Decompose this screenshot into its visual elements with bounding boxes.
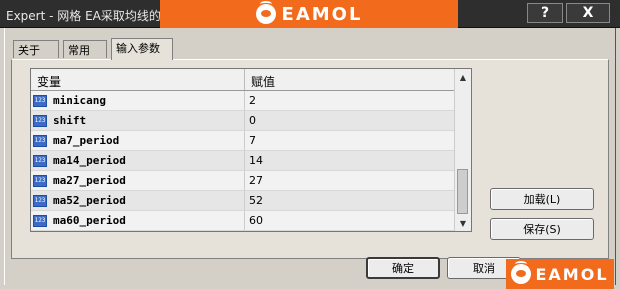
table-row[interactable]: 123 ma52_period 52	[31, 191, 471, 211]
variable-name: ma27_period	[53, 174, 126, 187]
watermark-text-bottom: EAMOL	[535, 264, 609, 284]
value-cell[interactable]: 2	[245, 94, 256, 107]
scroll-down-icon[interactable]: ▼	[455, 215, 471, 231]
save-button[interactable]: 保存(S)	[490, 218, 594, 240]
variable-cell: 123 minicang	[31, 91, 245, 110]
value-cell[interactable]: 0	[245, 114, 256, 127]
watermark-banner-top: EAMOL	[160, 0, 458, 28]
table-row[interactable]: 123 ma60_period 60	[31, 211, 471, 231]
variable-cell: 123 shift	[31, 111, 245, 130]
table-row[interactable]: 123 minicang 2	[31, 91, 471, 111]
title-bar: Expert - 网格 EA采取均线的 EAMOL ? X	[0, 0, 620, 28]
ok-button[interactable]: 确定	[366, 257, 440, 279]
variable-name: ma60_period	[53, 214, 126, 227]
table-body: 123 minicang 2 123 shift 0 123 ma7_perio	[31, 91, 471, 231]
tab-about[interactable]: 关于	[13, 40, 59, 58]
variable-cell: 123 ma14_period	[31, 151, 245, 170]
integer-type-icon: 123	[33, 194, 47, 207]
integer-type-icon: 123	[33, 154, 47, 167]
variable-cell: 123 ma7_period	[31, 131, 245, 150]
watermark-text-top: EAMOL	[281, 3, 363, 25]
table-row[interactable]: 123 ma14_period 14	[31, 151, 471, 171]
integer-type-icon: 123	[33, 174, 47, 187]
variable-name: ma14_period	[53, 154, 126, 167]
scrollbar-thumb[interactable]	[457, 169, 468, 214]
table-header: 变量 赋值	[31, 69, 471, 91]
variable-name: ma52_period	[53, 194, 126, 207]
eamol-logo-icon	[511, 261, 532, 284]
value-cell[interactable]: 7	[245, 134, 256, 147]
column-header-value[interactable]: 赋值	[245, 69, 471, 90]
value-cell[interactable]: 27	[245, 174, 263, 187]
load-button[interactable]: 加载(L)	[490, 188, 594, 210]
variable-name: ma7_period	[53, 134, 120, 147]
integer-type-icon: 123	[33, 94, 47, 107]
value-cell[interactable]: 60	[245, 214, 263, 227]
variable-cell: 123 ma27_period	[31, 171, 245, 190]
variable-cell: 123 ma52_period	[31, 191, 245, 210]
integer-type-icon: 123	[33, 114, 47, 127]
value-cell[interactable]: 52	[245, 194, 263, 207]
watermark-banner-bottom: EAMOL	[506, 259, 614, 289]
integer-type-icon: 123	[33, 134, 47, 147]
variable-name: minicang	[53, 94, 106, 107]
close-button[interactable]: X	[566, 3, 610, 23]
variable-name: shift	[53, 114, 87, 127]
scroll-up-icon[interactable]: ▲	[455, 69, 471, 85]
table-row[interactable]: 123 shift 0	[31, 111, 471, 131]
window-title: Expert - 网格 EA采取均线的	[6, 9, 161, 23]
value-cell[interactable]: 14	[245, 154, 263, 167]
variable-cell: 123 ma60_period	[31, 211, 245, 230]
table-row[interactable]: 123 ma7_period 7	[31, 131, 471, 151]
parameters-table: 变量 赋值 123 minicang 2 123 shift 0 123 ma7…	[30, 68, 472, 232]
column-header-variable[interactable]: 变量	[31, 69, 245, 90]
vertical-scrollbar[interactable]: ▲ ▼	[454, 69, 471, 231]
tab-inputs[interactable]: 输入参数	[111, 38, 173, 60]
table-row[interactable]: 123 ma27_period 27	[31, 171, 471, 191]
integer-type-icon: 123	[33, 214, 47, 227]
expert-dialog: 关于 常用 输入参数 变量 赋值 123 minicang 2 123 shif…	[4, 28, 616, 285]
eamol-logo-icon	[255, 1, 276, 24]
tab-common[interactable]: 常用	[63, 40, 107, 58]
help-button[interactable]: ?	[527, 3, 563, 23]
